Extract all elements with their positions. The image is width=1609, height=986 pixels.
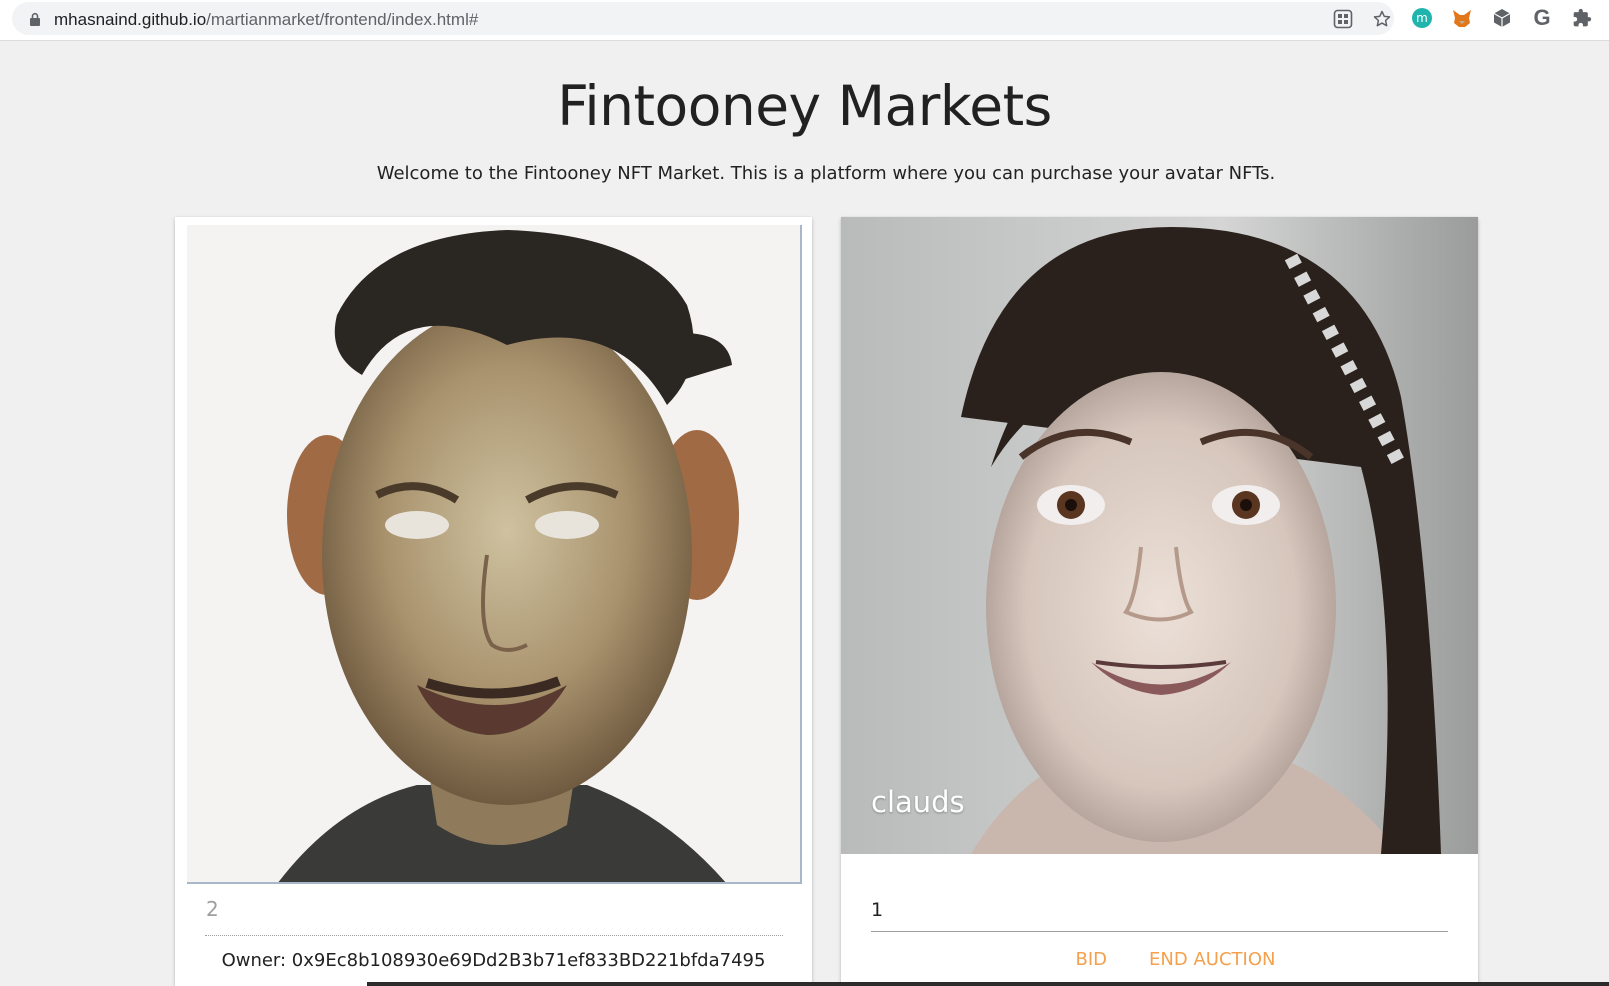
- divider: [205, 935, 783, 936]
- cube-extension-icon[interactable]: [1490, 6, 1514, 30]
- card-actions: BID END AUCTION: [841, 947, 1478, 972]
- star-icon[interactable]: [1371, 8, 1393, 30]
- owner-address: Owner: 0x9Ec8b108930e69Dd2B3b71ef833BD22…: [221, 950, 766, 971]
- nft-token-id: 2: [206, 897, 219, 921]
- metamask-fox-icon[interactable]: [1450, 6, 1474, 30]
- address-bar[interactable]: mhasnaind.github.io/martianmarket/fronte…: [12, 2, 1394, 35]
- url-text[interactable]: mhasnaind.github.io/martianmarket/fronte…: [54, 10, 478, 30]
- grammarly-icon[interactable]: G: [1530, 5, 1554, 30]
- nft-card: clauds BID END AUCTION: [841, 217, 1478, 986]
- m-extension-icon[interactable]: m: [1410, 6, 1434, 30]
- qr-icon[interactable]: [1332, 8, 1354, 30]
- nft-avatar-image[interactable]: [841, 217, 1478, 854]
- page-title: Fintooney Markets: [557, 74, 1052, 138]
- page-subtitle: Welcome to the Fintooney NFT Market. Thi…: [376, 163, 1276, 184]
- bid-amount-input[interactable]: [871, 882, 1448, 932]
- nft-name: clauds: [871, 785, 965, 819]
- end-auction-button[interactable]: END AUCTION: [1139, 947, 1285, 972]
- lock-icon[interactable]: [29, 12, 41, 26]
- nft-avatar-image[interactable]: [187, 225, 802, 884]
- nft-card: 2 Owner: 0x9Ec8b108930e69Dd2B3b71ef833BD…: [175, 217, 812, 986]
- browser-toolbar: mhasnaind.github.io/martianmarket/fronte…: [0, 0, 1609, 41]
- bid-button[interactable]: BID: [1066, 947, 1118, 972]
- horizontal-scrollbar[interactable]: [367, 982, 1609, 986]
- puzzle-icon[interactable]: [1570, 6, 1594, 30]
